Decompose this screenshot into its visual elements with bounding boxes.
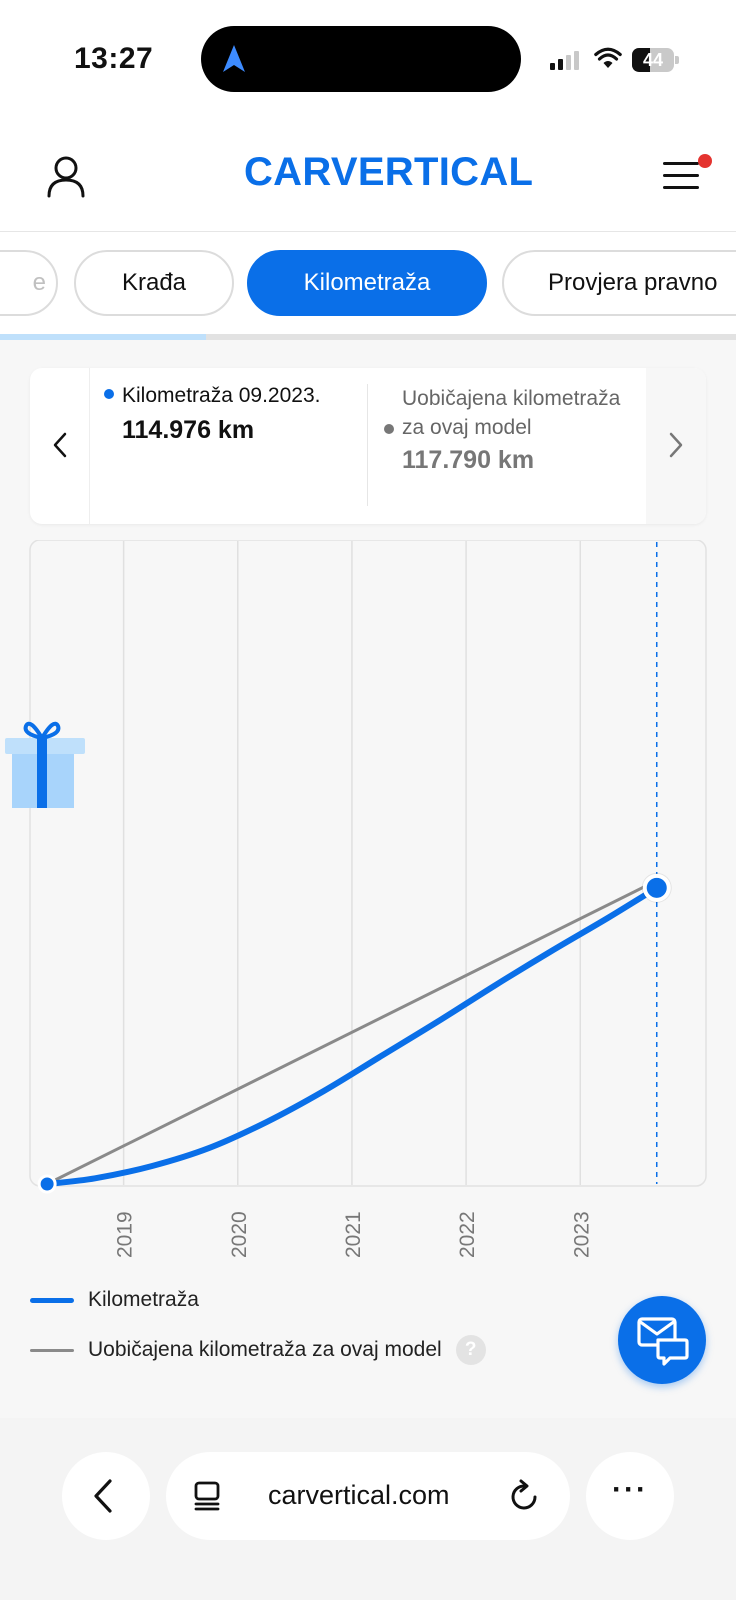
notification-dot bbox=[698, 154, 712, 168]
chart-plot-area bbox=[29, 540, 707, 1187]
legend-mileage-label: Kilometraža bbox=[88, 1288, 199, 1311]
next-record-button[interactable] bbox=[646, 368, 706, 524]
chat-mail-icon bbox=[637, 1317, 689, 1366]
current-mileage: Kilometraža 09.2023. 114.976 km bbox=[104, 384, 374, 445]
site-header: CARVERTICAL bbox=[0, 120, 736, 232]
status-time: 13:27 bbox=[74, 42, 154, 75]
current-mileage-dot bbox=[104, 389, 114, 399]
x-tick-label: 2019 bbox=[114, 1211, 137, 1258]
account-button[interactable] bbox=[40, 150, 92, 202]
mileage-section: Kilometraža 09.2023. 114.976 km Uobičaje… bbox=[0, 340, 736, 1418]
more-options-button[interactable]: ··· bbox=[586, 1452, 674, 1540]
legend-mileage: Kilometraža bbox=[30, 1275, 486, 1325]
battery-level: 44 bbox=[642, 50, 664, 70]
user-icon bbox=[47, 156, 85, 198]
typical-mileage-dot bbox=[384, 424, 394, 434]
tab-provjera-pravno[interactable]: Provjera pravno bbox=[502, 250, 736, 316]
dynamic-island bbox=[201, 26, 521, 92]
mileage-chart: 2019 2020 2021 2022 2023 bbox=[29, 540, 707, 1258]
cellular-signal-icon bbox=[550, 50, 579, 70]
menu-button[interactable] bbox=[656, 150, 712, 202]
typical-mileage-label: Uobičajena kilometraža za ovaj model bbox=[402, 387, 621, 439]
carvertical-logo[interactable]: CARVERTICAL bbox=[244, 150, 533, 195]
previous-record-button[interactable] bbox=[30, 368, 90, 524]
mileage-info-card: Kilometraža 09.2023. 114.976 km Uobičaje… bbox=[30, 368, 706, 524]
url-text: carvertical.com bbox=[268, 1480, 450, 1510]
gift-icon bbox=[5, 721, 85, 808]
chevron-left-icon bbox=[53, 432, 67, 458]
browser-back-button[interactable] bbox=[62, 1452, 150, 1540]
section-tabs: e Krađa Kilometraža Provjera pravno bbox=[0, 232, 736, 340]
x-tick-label: 2021 bbox=[342, 1211, 365, 1258]
typical-mileage: Uobičajena kilometraža za ovaj model 117… bbox=[384, 384, 644, 475]
legend-typical-mileage: Uobičajena kilometraža za ovaj model ? bbox=[30, 1325, 486, 1375]
chevron-right-icon bbox=[669, 432, 683, 458]
tab-previous[interactable]: e bbox=[0, 250, 58, 316]
mileage-end-point bbox=[642, 873, 671, 902]
navigation-arrow-icon bbox=[223, 45, 245, 72]
x-tick-label: 2022 bbox=[456, 1211, 479, 1258]
reload-icon[interactable] bbox=[508, 1478, 542, 1514]
typical-mileage-value: 117.790 km bbox=[402, 446, 535, 474]
tab-kradja[interactable]: Krađa bbox=[74, 250, 234, 316]
help-icon[interactable]: ? bbox=[455, 1335, 486, 1365]
gift-promo-button[interactable] bbox=[0, 712, 90, 817]
tab-overview-icon bbox=[194, 1481, 220, 1511]
tab-kilometraza[interactable]: Kilometraža bbox=[247, 250, 487, 316]
current-mileage-value: 114.976 km bbox=[122, 416, 255, 444]
x-tick-label: 2020 bbox=[228, 1211, 251, 1258]
chat-button[interactable] bbox=[618, 1296, 706, 1384]
browser-toolbar: carvertical.com ··· bbox=[0, 1418, 736, 1600]
battery-icon: 44 bbox=[632, 48, 680, 72]
status-bar: 13:27 44 bbox=[0, 0, 736, 120]
current-mileage-label: Kilometraža 09.2023. bbox=[122, 384, 321, 407]
x-tick-label: 2023 bbox=[570, 1211, 593, 1258]
address-bar[interactable]: carvertical.com bbox=[166, 1452, 570, 1540]
chart-legend: Kilometraža Uobičajena kilometraža za ov… bbox=[30, 1275, 486, 1375]
wifi-icon bbox=[594, 47, 622, 68]
mileage-start-point bbox=[37, 1174, 57, 1194]
legend-typical-label: Uobičajena kilometraža za ovaj model bbox=[88, 1338, 442, 1361]
back-arrow-icon bbox=[94, 1479, 112, 1513]
